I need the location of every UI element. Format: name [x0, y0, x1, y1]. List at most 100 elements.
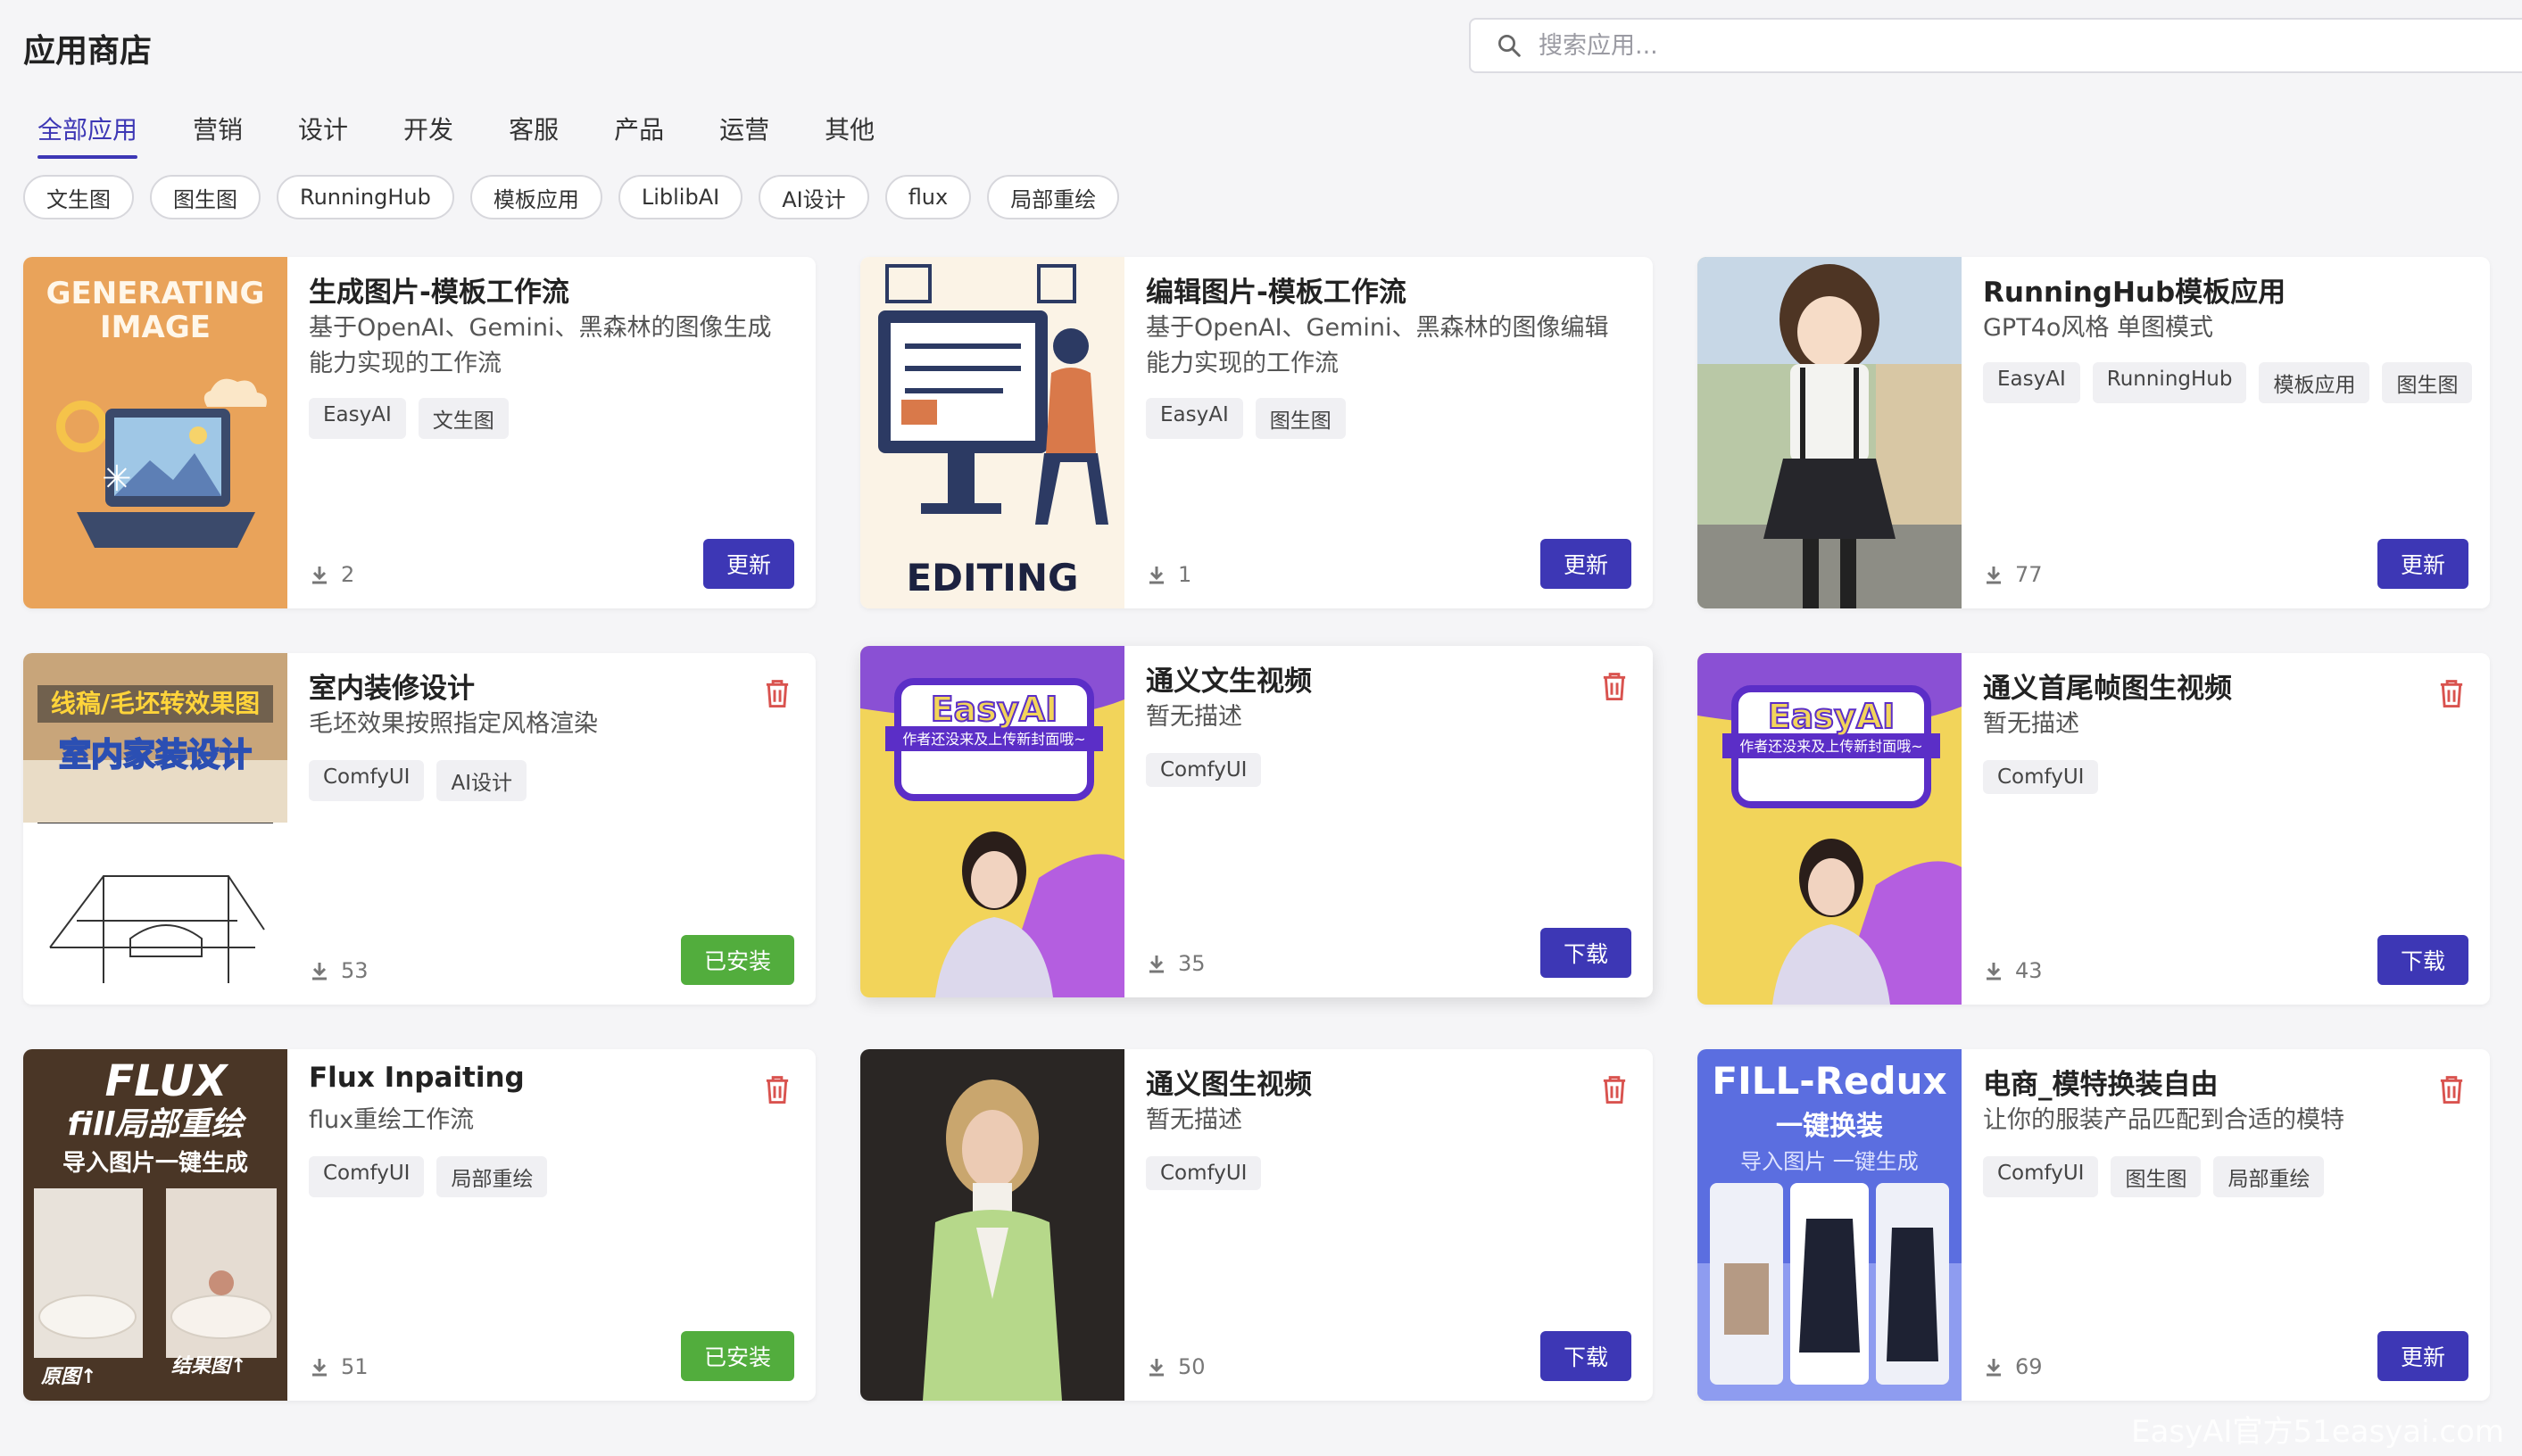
tab-marketing[interactable]: 营销: [178, 111, 257, 159]
tab-product[interactable]: 产品: [600, 111, 678, 159]
app-description: 毛坯效果按照指定风格渲染: [309, 710, 598, 738]
app-tag: ComfyUI: [1146, 753, 1262, 787]
filter-chip[interactable]: 模板应用: [469, 175, 602, 219]
trash-icon[interactable]: [1601, 1074, 1628, 1104]
download-count: 1: [1146, 562, 1191, 587]
app-tag: 局部重绘: [2213, 1156, 2325, 1197]
download-icon: [1987, 567, 2001, 584]
tab-all[interactable]: 全部应用: [23, 111, 152, 159]
svg-text:FILL-Redux: FILL-Redux: [1712, 1059, 1946, 1103]
download-count: 53: [309, 958, 369, 983]
app-thumbnail: [860, 1049, 1124, 1401]
download-icon: [312, 963, 327, 980]
app-tag: 文生图: [418, 398, 509, 439]
app-description: 暂无描述: [1146, 1106, 1242, 1134]
app-title: 通义图生视频: [1146, 1069, 1312, 1101]
tab-customer-service[interactable]: 客服: [494, 111, 573, 159]
filter-chip[interactable]: 图生图: [150, 175, 261, 219]
download-count: 50: [1146, 1354, 1206, 1379]
svg-text:IMAGE: IMAGE: [100, 310, 211, 345]
installed-button[interactable]: 已安装: [680, 1331, 794, 1381]
installed-button[interactable]: 已安装: [680, 935, 794, 985]
tab-development[interactable]: 开发: [389, 111, 468, 159]
update-button[interactable]: 更新: [702, 539, 794, 589]
trash-icon[interactable]: [764, 1074, 791, 1104]
download-count: 43: [1983, 958, 2043, 983]
filter-chip[interactable]: RunningHub: [277, 175, 454, 219]
app-card[interactable]: 通义图生视频 暂无描述 ComfyUI 50 下载: [860, 1049, 1653, 1401]
app-thumbnail: GENERATING IMAGE ✳: [23, 257, 287, 608]
trash-icon[interactable]: [2438, 1074, 2465, 1104]
download-count: 69: [1983, 1354, 2043, 1379]
app-tag: ComfyUI: [1146, 1156, 1262, 1190]
download-button[interactable]: 下载: [2377, 935, 2468, 985]
download-icon: [1149, 567, 1164, 584]
app-card[interactable]: EDITING 编辑图片-模板工作流 基于OpenAI、Gemini、黑森林的图…: [860, 257, 1653, 608]
download-count: 35: [1146, 951, 1206, 976]
app-title: Flux Inpaiting: [309, 1062, 525, 1094]
app-card[interactable]: GENERATING IMAGE ✳ 生成图片-模板工作流 基于OpenAI、G…: [23, 257, 816, 608]
svg-text:作者还没来及上传新封面哦~: 作者还没来及上传新封面哦~: [1739, 738, 1922, 755]
download-button[interactable]: 下载: [1539, 928, 1631, 978]
tab-design[interactable]: 设计: [284, 111, 362, 159]
app-card[interactable]: EasyAI 作者还没来及上传新封面哦~ 通义文生视频 暂无描述 ComfyUI…: [860, 646, 1653, 997]
app-thumbnail: FILL-Redux 一键换装 导入图片 一键生成: [1697, 1049, 1962, 1401]
watermark: EasyAI官方51easyai.com: [2131, 1414, 2504, 1450]
app-title: RunningHub模板应用: [1983, 277, 2286, 309]
trash-icon[interactable]: [2438, 678, 2465, 708]
app-card[interactable]: 线稿/毛坯转效果图 室内家装设计 室内装修设计 毛坯效果按照指定风格渲染 Com…: [23, 653, 816, 1005]
download-icon: [1987, 1359, 2001, 1377]
app-thumbnail: EasyAI 作者还没来及上传新封面哦~: [860, 646, 1124, 997]
svg-text:GENERATING: GENERATING: [46, 276, 265, 311]
search-input[interactable]: [1537, 30, 2344, 61]
app-tag: 图生图: [1255, 398, 1346, 439]
filter-chip[interactable]: 局部重绘: [987, 175, 1120, 219]
app-description: flux重绘工作流: [309, 1106, 475, 1134]
svg-text:✳: ✳: [102, 459, 132, 500]
filter-chip[interactable]: flux: [884, 175, 972, 219]
search-icon: [1498, 35, 1521, 57]
update-button[interactable]: 更新: [1539, 539, 1631, 589]
svg-text:EasyAI: EasyAI: [1768, 697, 1896, 736]
svg-text:结果图↑: 结果图↑: [171, 1355, 246, 1377]
update-button[interactable]: 更新: [2377, 1331, 2468, 1381]
download-button[interactable]: 下载: [1539, 1331, 1631, 1381]
app-thumbnail: 线稿/毛坯转效果图 室内家装设计: [23, 653, 287, 1005]
app-title: 电商_模特换装自由: [1983, 1069, 2219, 1101]
search-box[interactable]: [1469, 18, 2522, 73]
download-icon: [1149, 956, 1164, 973]
trash-icon[interactable]: [1601, 671, 1628, 701]
app-tag: RunningHub: [2092, 362, 2247, 403]
filter-chip[interactable]: AI设计: [759, 175, 869, 219]
app-tag: 图生图: [2382, 362, 2473, 403]
app-tag: EasyAI: [1983, 362, 2080, 403]
update-button[interactable]: 更新: [2377, 539, 2468, 589]
app-tag: ComfyUI: [1983, 1156, 2099, 1197]
app-description: 基于OpenAI、Gemini、黑森林的图像生成能力实现的工作流: [309, 314, 772, 377]
svg-text:一键换装: 一键换装: [1776, 1111, 1883, 1142]
app-tag: ComfyUI: [1983, 760, 2099, 794]
tab-other[interactable]: 其他: [810, 111, 889, 159]
download-count: 51: [309, 1354, 369, 1379]
app-title: 生成图片-模板工作流: [309, 277, 569, 309]
app-card[interactable]: FILL-Redux 一键换装 导入图片 一键生成 电商_模特换装自由 让你的服…: [1697, 1049, 2490, 1401]
app-card[interactable]: FLUX fill局部重绘 导入图片一键生成 原图↑ 结果图↑ Flux Inp…: [23, 1049, 816, 1401]
trash-icon[interactable]: [764, 678, 791, 708]
filter-chip[interactable]: LiblibAI: [618, 175, 743, 219]
svg-text:EDITING: EDITING: [906, 556, 1078, 600]
app-title: 编辑图片-模板工作流: [1146, 277, 1406, 309]
app-tag: 图生图: [2111, 1156, 2202, 1197]
download-count: 77: [1983, 562, 2043, 587]
filter-chip[interactable]: 文生图: [23, 175, 134, 219]
app-tag: EasyAI: [1146, 398, 1243, 439]
app-thumbnail: EasyAI 作者还没来及上传新封面哦~: [1697, 653, 1962, 1005]
app-card[interactable]: EasyAI 作者还没来及上传新封面哦~ 通义首尾帧图生视频 暂无描述 Comf…: [1697, 653, 2490, 1005]
svg-text:fill局部重绘: fill局部重绘: [67, 1106, 246, 1143]
download-icon: [1987, 963, 2001, 980]
app-thumbnail: EDITING: [860, 257, 1124, 608]
tab-operations[interactable]: 运营: [705, 111, 784, 159]
app-card[interactable]: RunningHub模板应用 GPT4o风格 单图模式 EasyAI Runni…: [1697, 257, 2490, 608]
app-tag: 模板应用: [2259, 362, 2370, 403]
app-tag: EasyAI: [309, 398, 406, 439]
category-tabs: 全部应用 营销 设计 开发 客服 产品 运营 其他: [23, 111, 916, 159]
